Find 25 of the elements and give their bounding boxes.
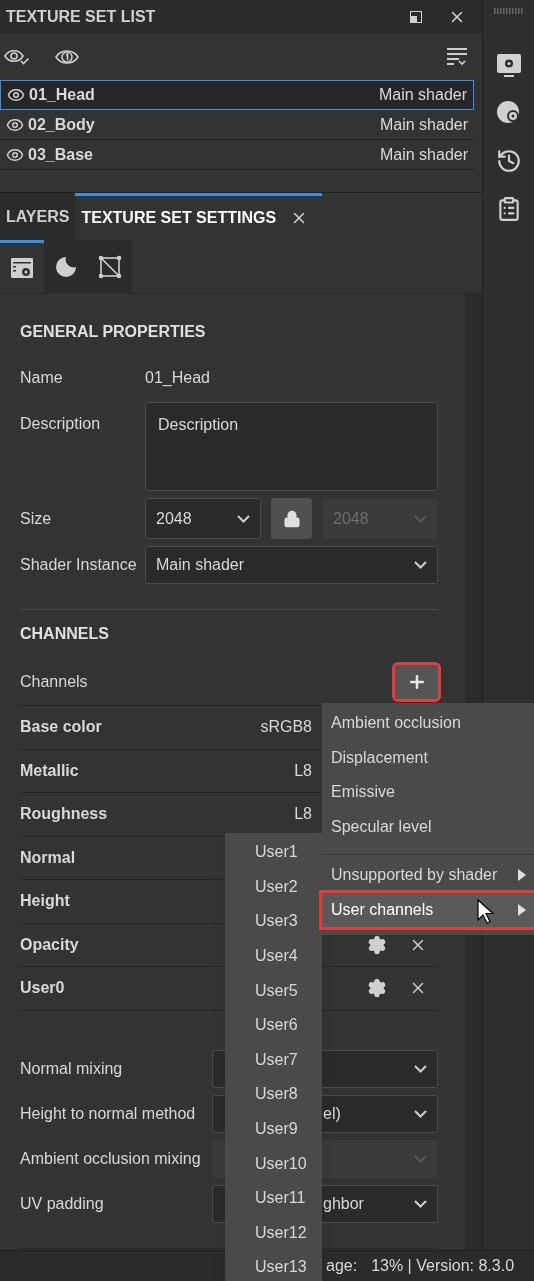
- channel-name: Height: [20, 891, 70, 912]
- section-title: GENERAL PROPERTIES: [20, 322, 206, 342]
- channel-name: Roughness: [20, 804, 108, 825]
- panel-title: TEXTURE SET LIST: [6, 6, 156, 27]
- field-label: Normal mixing: [20, 1058, 124, 1079]
- field-label: Size: [20, 508, 53, 529]
- channel-format: L8: [294, 804, 312, 825]
- channel-name: User0: [20, 978, 65, 999]
- field-label: Channels: [20, 671, 88, 692]
- field-label: Ambient occlusion mixing: [20, 1148, 202, 1169]
- section-title: CHANNELS: [20, 624, 109, 644]
- field-label: Shader Instance: [20, 555, 138, 575]
- field-label: Name: [20, 368, 64, 388]
- name-value: 01_Head: [145, 368, 210, 388]
- channel-name: Normal: [20, 847, 76, 868]
- channel-format: sRGB8: [260, 717, 312, 738]
- channel-name: Metallic: [20, 760, 79, 781]
- status-text: 13% | Version: 8.3.0: [371, 1256, 515, 1276]
- channel-format: L8: [294, 760, 312, 781]
- channel-name: Opacity: [20, 934, 79, 955]
- channel-name: Base color: [20, 717, 102, 738]
- status-text: age:: [326, 1256, 358, 1276]
- field-label: UV padding: [20, 1193, 105, 1214]
- field-label: Description: [20, 414, 102, 434]
- field-label: Height to normal method: [20, 1103, 197, 1124]
